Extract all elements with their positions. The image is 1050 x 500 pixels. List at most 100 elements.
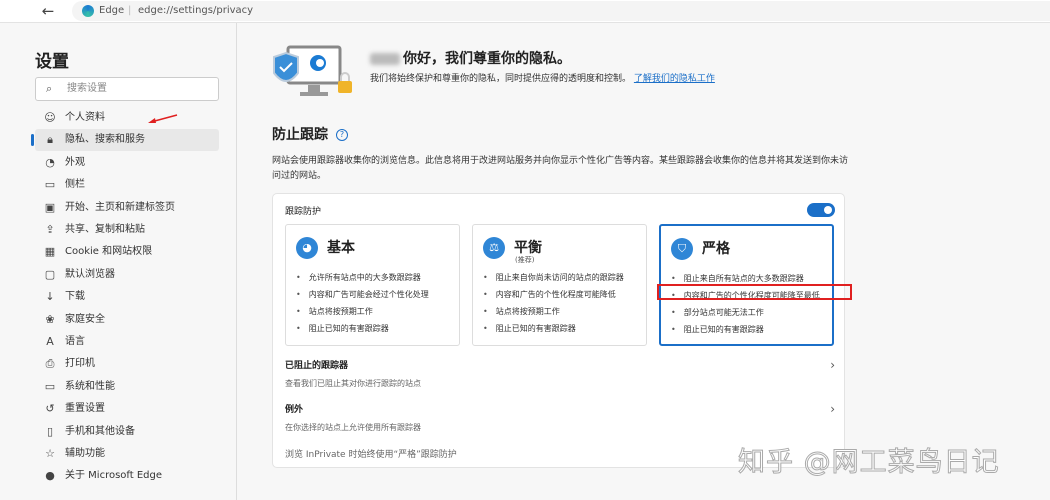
level-bullet: 阻止来自你尚未访问的站点的跟踪器 (483, 269, 624, 286)
sidebar-item-label: 隐私、搜索和服务 (65, 134, 145, 146)
level-name: 平衡 (514, 240, 542, 256)
printer-icon: ⎙ (45, 357, 55, 371)
sidebar-item[interactable]: ● 关于 Microsoft Edge (35, 465, 219, 487)
balanced-level-icon: ⚖ (483, 237, 505, 259)
divider: | (128, 5, 132, 16)
sidebar-item[interactable]: A 语言 (35, 331, 219, 353)
privacy-illustration (273, 45, 352, 96)
palette-icon: ◔ (45, 155, 55, 169)
sidebar-item-label: 下载 (65, 291, 85, 303)
profile-icon: ☺ (44, 111, 56, 124)
sidebar-item[interactable]: ☺ 个人资料 (35, 107, 219, 129)
sidebar-item[interactable]: ↓ 下载 (35, 286, 219, 308)
laptop-icon: ▭ (44, 379, 56, 393)
search-input[interactable]: ⌕ 搜索设置 (35, 77, 219, 101)
sidebar-item-label: 系统和性能 (65, 380, 115, 392)
sidebar-item[interactable]: ▦ Cookie 和网站权限 (35, 241, 219, 263)
edge-icon (82, 5, 94, 17)
tracking-level-option[interactable]: ◕ 基本允许所有站点中的大多数跟踪器内容和广告可能会经过个性化处理站点将按预期工作… (285, 224, 460, 346)
level-bullet: 允许所有站点中的大多数跟踪器 (296, 269, 429, 286)
level-bullet: 阻止已知的有害跟踪器 (483, 320, 624, 337)
level-bullet: 内容和广告可能会经过个性化处理 (296, 286, 429, 303)
phone-icon: ▯ (46, 424, 54, 438)
level-name: 严格 (702, 241, 730, 257)
sidebar-item[interactable]: ▭ 系统和性能 (35, 376, 219, 398)
search-icon: ⌕ (46, 82, 53, 95)
tracking-prevention-label: 跟踪防护 (285, 207, 322, 217)
annotation-highlight-box (657, 284, 852, 300)
basic-level-icon: ◕ (296, 237, 318, 259)
sidebar-item[interactable]: ↺ 重置设置 (35, 398, 219, 420)
blocked-trackers-title: 已阻止的跟踪器 (285, 361, 349, 371)
blurred-username (370, 53, 400, 65)
settings-title: 设置 (35, 52, 69, 72)
tracking-prevention-card: 跟踪防护 ◕ 基本允许所有站点中的大多数跟踪器内容和广告可能会经过个性化处理站点将… (272, 193, 852, 468)
family-icon: ❀ (45, 312, 55, 326)
sidebar-item[interactable]: ▭ 侧栏 (35, 174, 219, 196)
tracking-prevention-toggle[interactable] (807, 203, 835, 217)
lock-icon: 🔒︎ (47, 133, 53, 147)
hero-title: 你好，我们尊重你的隐私。 (370, 48, 571, 68)
watermark: 知乎 @网工菜鸟日记 (738, 447, 1000, 479)
url-text: edge://settings/privacy (138, 5, 254, 16)
tracking-section-title: 防止跟踪? (272, 124, 348, 144)
sidebar: 设置 ⌕ 搜索设置 ☺ 个人资料 🔒︎ 隐私、搜索和服务 ◔ 外观 ▭ 侧栏 ▣ 开始、主页和新建… (0, 23, 237, 500)
inprivate-strict-setting[interactable]: 浏览 InPrivate 时始终使用“严格”跟踪防护 (285, 447, 457, 460)
level-name: 基本 (327, 240, 355, 256)
language-icon: A (46, 335, 54, 348)
sidebar-item[interactable]: ❀ 家庭安全 (35, 309, 219, 331)
sidebar-item-label: 共享、复制和粘贴 (65, 224, 145, 235)
sidebar-item-label: 手机和其他设备 (65, 425, 135, 437)
cookie-icon: ▦ (44, 245, 56, 259)
exceptions-row[interactable]: 例外 在你选择的站点上允许使用所有跟踪器 › (285, 402, 835, 433)
reset-icon: ↺ (45, 402, 55, 416)
level-bullet: 站点将按预期工作 (296, 303, 429, 320)
sidebar-item[interactable]: ◔ 外观 (35, 152, 219, 174)
sidebar-item[interactable]: ▣ 开始、主页和新建标签页 (35, 197, 219, 219)
sidebar-item-label: 个人资料 (65, 112, 105, 123)
share-icon: ⇪ (45, 223, 55, 236)
annotation-arrow (148, 114, 178, 123)
sidebar-item-label: 外观 (65, 156, 85, 168)
sidebar-item[interactable]: ▢ 默认浏览器 (35, 264, 219, 286)
level-bullet: 内容和广告的个性化程度可能降低 (483, 286, 624, 303)
sidebar-icon: ▭ (44, 178, 56, 192)
address-bar[interactable]: Edge | edge://settings/privacy (72, 1, 1050, 21)
accessibility-icon: ☆ (45, 447, 55, 460)
sidebar-item-label: 语言 (65, 336, 85, 347)
sidebar-item-label: 侧栏 (65, 179, 85, 191)
level-bullet: 部分站点可能无法工作 (671, 304, 820, 321)
sidebar-item-label: 默认浏览器 (65, 268, 115, 280)
level-subtitle: (推荐) (515, 256, 535, 264)
sidebar-item[interactable]: ☆ 辅助功能 (35, 443, 219, 465)
browser-icon: ▢ (44, 267, 56, 281)
sidebar-item[interactable]: ⇪ 共享、复制和粘贴 (35, 219, 219, 241)
sidebar-item[interactable]: ⎙ 打印机 (35, 353, 219, 375)
hero-description: 我们将始终保护和尊重你的隐私，同时提供应得的透明度和控制。 了解我们的隐私工作 (370, 72, 750, 87)
tracking-description: 网站会使用跟踪器收集你的浏览信息。此信息将用于改进网站服务并向你显示个性化广告等… (272, 156, 849, 181)
tracking-title-text: 防止跟踪 (272, 127, 328, 143)
browser-toolbar: ← Edge | edge://settings/privacy (0, 0, 1050, 23)
sidebar-item[interactable]: ▯ 手机和其他设备 (35, 421, 219, 443)
level-bullet: 站点将按预期工作 (483, 303, 624, 320)
sidebar-item[interactable]: 🔒︎ 隐私、搜索和服务 (31, 129, 219, 152)
blocked-trackers-desc: 查看我们已阻止其对你进行跟踪的站点 (285, 379, 421, 388)
home-icon: ▣ (44, 200, 56, 214)
tracking-level-option[interactable]: ⚖ 平衡(推荐) 阻止来自你尚未访问的站点的跟踪器内容和广告的个性化程度可能降低站点… (472, 224, 647, 346)
search-placeholder: 搜索设置 (67, 83, 107, 94)
sidebar-item-label: 重置设置 (65, 403, 105, 415)
sidebar-item-label: 家庭安全 (65, 313, 105, 325)
help-icon[interactable]: ? (336, 129, 348, 141)
exceptions-title: 例外 (285, 405, 304, 415)
hero-desc-text: 我们将始终保护和尊重你的隐私，同时提供应得的透明度和控制。 (370, 74, 632, 84)
edge-icon: ● (45, 469, 55, 483)
sidebar-item-label: 辅助功能 (65, 448, 105, 459)
browser-brand: Edge (99, 5, 125, 16)
exceptions-desc: 在你选择的站点上允许使用所有跟踪器 (285, 423, 421, 432)
blocked-trackers-row[interactable]: 已阻止的跟踪器 查看我们已阻止其对你进行跟踪的站点 › (285, 358, 835, 389)
learn-privacy-link[interactable]: 了解我们的隐私工作 (634, 74, 715, 84)
level-bullet: 阻止已知的有害跟踪器 (296, 320, 429, 337)
level-bullet: 阻止已知的有害跟踪器 (671, 321, 820, 338)
chevron-right-icon: › (830, 358, 835, 372)
hero-title-text: 你好，我们尊重你的隐私。 (403, 51, 571, 67)
